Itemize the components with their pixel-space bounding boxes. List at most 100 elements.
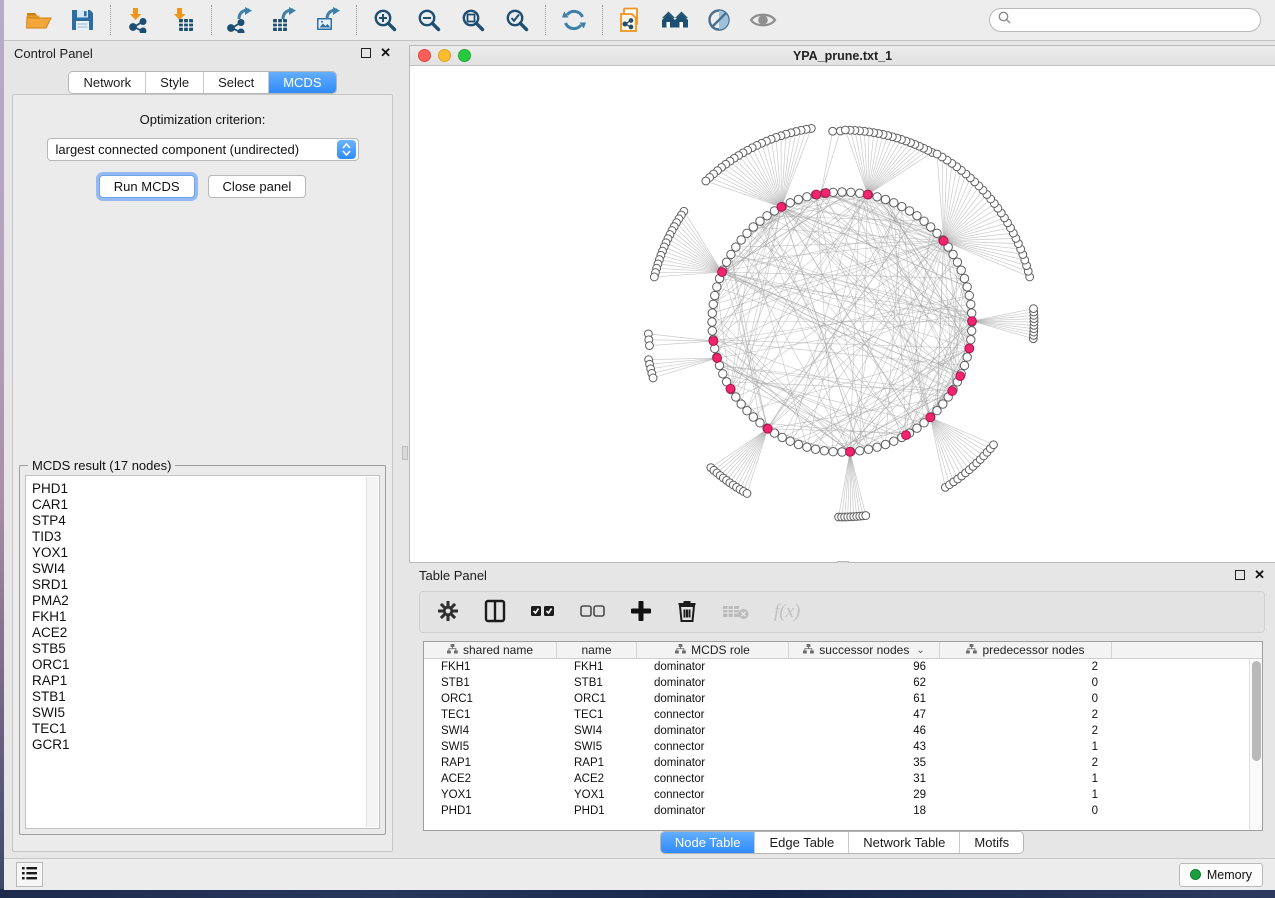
float-panel-icon[interactable] [361, 48, 371, 58]
toggle-columns-button[interactable] [484, 597, 506, 627]
memory-button[interactable]: Memory [1179, 863, 1263, 887]
save-session-button[interactable] [67, 5, 97, 35]
table-settings-gear-button[interactable] [436, 597, 460, 627]
mcds-result-item[interactable]: STP4 [32, 513, 379, 529]
toolbar-group [357, 5, 545, 35]
tab-style[interactable]: Style [146, 72, 204, 93]
mcds-result-item[interactable]: TEC1 [32, 721, 379, 737]
table-row[interactable]: STB1STB1dominator620 [424, 675, 1249, 691]
column-header-predecessor-nodes[interactable]: predecessor nodes [940, 642, 1112, 658]
zoom-fit-button[interactable] [458, 5, 488, 35]
node-table: shared namenameMCDS rolesuccessor nodes⌄… [423, 641, 1263, 831]
run-mcds-button[interactable]: Run MCDS [99, 175, 195, 198]
delete-column-button[interactable] [676, 597, 698, 627]
table-cell: YOX1 [424, 789, 557, 801]
table-cell: 1 [940, 741, 1112, 753]
table-row[interactable]: SWI4SWI4dominator462 [424, 723, 1249, 739]
tab-motifs[interactable]: Motifs [960, 832, 1023, 853]
search-box[interactable] [989, 8, 1261, 32]
network-canvas[interactable] [410, 66, 1275, 562]
mcds-result-item[interactable]: GCR1 [32, 737, 379, 753]
export-image-button[interactable] [313, 5, 343, 35]
export-table-button[interactable] [269, 5, 299, 35]
tab-edge-table[interactable]: Edge Table [755, 832, 849, 853]
refresh-layout-button[interactable] [559, 5, 589, 35]
import-network-button[interactable] [124, 5, 154, 35]
tab-network-table[interactable]: Network Table [849, 832, 960, 853]
mcds-result-list[interactable]: PHD1CAR1STP4TID3YOX1SWI4SRD1PMA2FKH1ACE2… [25, 475, 380, 829]
copy-network-button[interactable] [616, 5, 646, 35]
table-row[interactable]: FKH1FKH1dominator962 [424, 659, 1249, 675]
mcds-result-item[interactable]: ORC1 [32, 657, 379, 673]
export-network-button[interactable] [225, 5, 255, 35]
table-panel-tabs: Node TableEdge TableNetwork TableMotifs [660, 831, 1024, 854]
mcds-result-item[interactable]: CAR1 [32, 497, 379, 513]
mcds-result-item[interactable]: PHD1 [32, 481, 379, 497]
column-header-successor-nodes[interactable]: successor nodes⌄ [789, 642, 940, 658]
open-file-button[interactable] [23, 5, 53, 35]
mcds-result-item[interactable]: YOX1 [32, 545, 379, 561]
table-cell: STB1 [424, 677, 557, 689]
close-table-panel-icon[interactable]: ✕ [1254, 570, 1265, 580]
column-header-shared-name[interactable]: shared name [424, 642, 557, 658]
tab-network[interactable]: Network [69, 72, 146, 93]
tab-select[interactable]: Select [204, 72, 269, 93]
show-hidden-button[interactable] [748, 5, 778, 35]
mcds-result-item[interactable]: ACE2 [32, 625, 379, 641]
column-type-icon [675, 643, 686, 657]
hide-selected-button[interactable] [704, 5, 734, 35]
close-panel-button[interactable]: Close panel [208, 175, 307, 198]
table-cell: 61 [789, 693, 940, 705]
search-input[interactable] [1016, 13, 1252, 27]
close-panel-icon[interactable]: ✕ [380, 48, 391, 58]
table-cell: STB1 [557, 677, 637, 689]
network-graph[interactable] [410, 66, 1275, 562]
memory-status-icon [1190, 869, 1201, 880]
column-header-name[interactable]: name [557, 642, 637, 658]
tab-mcds[interactable]: MCDS [269, 72, 335, 93]
toolbar-group [10, 5, 110, 35]
mcds-result-item[interactable]: PMA2 [32, 593, 379, 609]
mcds-result-item[interactable]: TID3 [32, 529, 379, 545]
table-scrollbar-thumb[interactable] [1252, 661, 1261, 761]
zoom-out-button[interactable] [414, 5, 444, 35]
table-scrollbar[interactable] [1249, 659, 1262, 830]
table-cell: SWI5 [557, 741, 637, 753]
table-cell: 96 [789, 661, 940, 673]
mcds-result-item[interactable]: SWI4 [32, 561, 379, 577]
show-hidden-icon [749, 7, 777, 33]
table-row[interactable]: SWI5SWI5connector431 [424, 739, 1249, 755]
mcds-result-item[interactable]: STB5 [32, 641, 379, 657]
zoom-selected-button[interactable] [502, 5, 532, 35]
table-row[interactable]: TEC1TEC1connector472 [424, 707, 1249, 723]
task-history-button[interactable] [16, 862, 43, 887]
vertical-splitter[interactable] [401, 41, 409, 858]
desktop-screen: Control Panel ✕ NetworkStyleSelectMCDS O… [0, 0, 1275, 898]
splitter-handle[interactable] [402, 446, 408, 460]
mcds-result-item[interactable]: SWI5 [32, 705, 379, 721]
select-all-rows-button[interactable] [530, 597, 556, 627]
table-row[interactable]: ACE2ACE2connector311 [424, 771, 1249, 787]
table-settings-gear-icon [436, 599, 460, 626]
table-cell: dominator [637, 757, 789, 769]
table-row[interactable]: RAP1RAP1dominator352 [424, 755, 1249, 771]
column-header-MCDS-role[interactable]: MCDS role [637, 642, 789, 658]
optimization-criterion-select[interactable]: largest connected component (undirected) [47, 138, 359, 161]
table-row[interactable]: YOX1YOX1connector291 [424, 787, 1249, 803]
zoom-in-button[interactable] [370, 5, 400, 35]
table-row[interactable]: ORC1ORC1dominator610 [424, 691, 1249, 707]
mcds-result-item[interactable]: STB1 [32, 689, 379, 705]
table-panel-title: Table Panel [419, 568, 487, 583]
table-cell: PHD1 [557, 805, 637, 817]
tab-node-table[interactable]: Node Table [661, 832, 756, 853]
mcds-result-item[interactable]: SRD1 [32, 577, 379, 593]
mcds-result-item[interactable]: FKH1 [32, 609, 379, 625]
table-row[interactable]: PHD1PHD1dominator180 [424, 803, 1249, 819]
add-column-button[interactable] [630, 597, 652, 627]
deselect-all-rows-button[interactable] [580, 597, 606, 627]
float-table-panel-icon[interactable] [1235, 570, 1245, 580]
first-neighbors-button[interactable] [660, 5, 690, 35]
result-list-scrollbar[interactable] [366, 477, 378, 827]
import-table-button[interactable] [168, 5, 198, 35]
mcds-result-item[interactable]: RAP1 [32, 673, 379, 689]
